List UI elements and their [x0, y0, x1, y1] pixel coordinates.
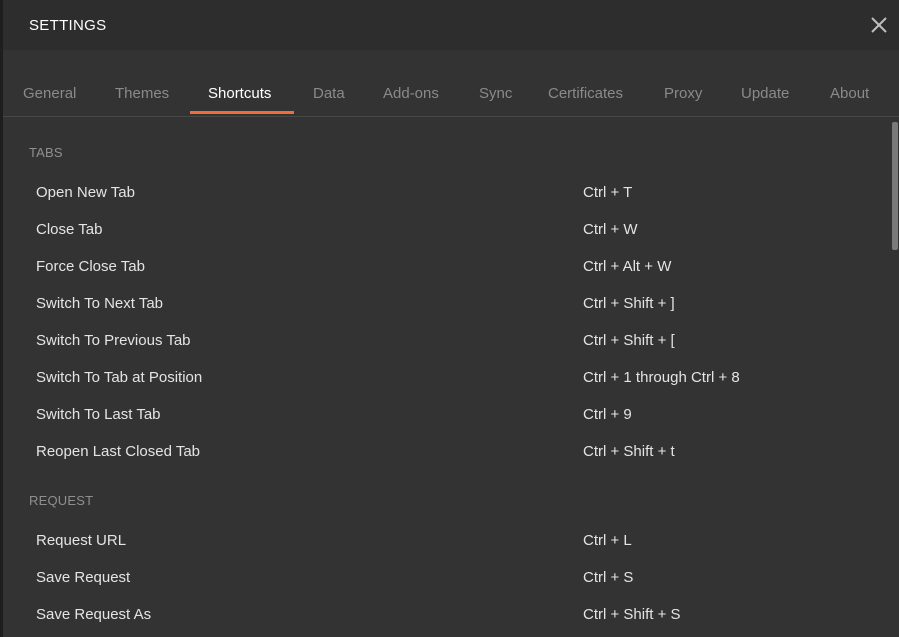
shortcut-action: Open New Tab: [36, 184, 135, 201]
shortcut-action: Reopen Last Closed Tab: [36, 443, 201, 460]
tab-data[interactable]: Data: [313, 85, 345, 102]
active-tab-indicator: [190, 111, 294, 114]
shortcuts-panel[interactable]: TABS Open New Tab Ctrl + T Close Tab Ctr…: [3, 117, 891, 637]
close-icon[interactable]: [867, 13, 891, 37]
tab-about[interactable]: About: [830, 85, 869, 102]
shortcut-keys: Ctrl + W: [583, 221, 638, 238]
shortcut-row: Force Close Tab Ctrl + Alt + W: [3, 258, 883, 288]
shortcut-action: Force Close Tab: [36, 258, 145, 275]
shortcut-row: Reopen Last Closed Tab Ctrl + Shift + t: [3, 443, 883, 473]
shortcut-row: Close Tab Ctrl + W: [3, 221, 883, 251]
shortcut-row: Switch To Next Tab Ctrl + Shift + ]: [3, 295, 883, 325]
shortcut-keys: Ctrl + T: [583, 184, 633, 201]
shortcut-keys: Ctrl + 1 through Ctrl + 8: [583, 369, 740, 386]
shortcut-action: Request URL: [36, 532, 127, 549]
dialog-title: SETTINGS: [29, 17, 107, 34]
shortcut-action: Close Tab: [36, 221, 103, 238]
shortcut-row: Save Request As Ctrl + Shift + S: [3, 606, 883, 636]
shortcut-row: Switch To Previous Tab Ctrl + Shift + [: [3, 332, 883, 362]
shortcut-row: Open New Tab Ctrl + T: [3, 184, 883, 214]
shortcut-action: Switch To Next Tab: [36, 295, 164, 312]
shortcut-keys: Ctrl + S: [583, 569, 634, 586]
shortcut-action: Switch To Last Tab: [36, 406, 161, 423]
settings-dialog: SETTINGS General Themes Shortcuts Data A…: [3, 0, 899, 637]
shortcut-action: Switch To Tab at Position: [36, 369, 203, 386]
dialog-titlebar: SETTINGS: [3, 0, 899, 50]
shortcut-keys: Ctrl + Alt + W: [583, 258, 672, 275]
shortcut-keys: Ctrl + L: [583, 532, 632, 549]
shortcut-keys: Ctrl + Shift + [: [583, 332, 675, 349]
shortcut-row: Save Request Ctrl + S: [3, 569, 883, 599]
tab-sync[interactable]: Sync: [479, 85, 512, 102]
shortcut-keys: Ctrl + 9: [583, 406, 632, 423]
shortcut-row: Switch To Tab at Position Ctrl + 1 throu…: [3, 369, 883, 399]
section-header-tabs: TABS: [29, 145, 63, 160]
shortcut-action: Switch To Previous Tab: [36, 332, 191, 349]
tab-general[interactable]: General: [23, 85, 76, 102]
shortcut-action: Save Request: [36, 569, 131, 586]
tab-shortcuts[interactable]: Shortcuts: [208, 85, 271, 102]
tab-proxy[interactable]: Proxy: [664, 85, 702, 102]
shortcut-row: Request URL Ctrl + L: [3, 532, 883, 562]
settings-tabs: General Themes Shortcuts Data Add-ons Sy…: [3, 50, 899, 117]
tab-update[interactable]: Update: [741, 85, 789, 102]
section-header-request: REQUEST: [29, 493, 94, 508]
shortcut-row: Switch To Last Tab Ctrl + 9: [3, 406, 883, 436]
tab-themes[interactable]: Themes: [115, 85, 169, 102]
tab-certificates[interactable]: Certificates: [548, 85, 623, 102]
shortcut-keys: Ctrl + Shift + t: [583, 443, 675, 460]
shortcut-keys: Ctrl + Shift + ]: [583, 295, 675, 312]
shortcut-keys: Ctrl + Shift + S: [583, 606, 681, 623]
scrollbar-thumb[interactable]: [892, 122, 898, 250]
tab-add-ons[interactable]: Add-ons: [383, 85, 439, 102]
shortcut-action: Save Request As: [36, 606, 152, 623]
